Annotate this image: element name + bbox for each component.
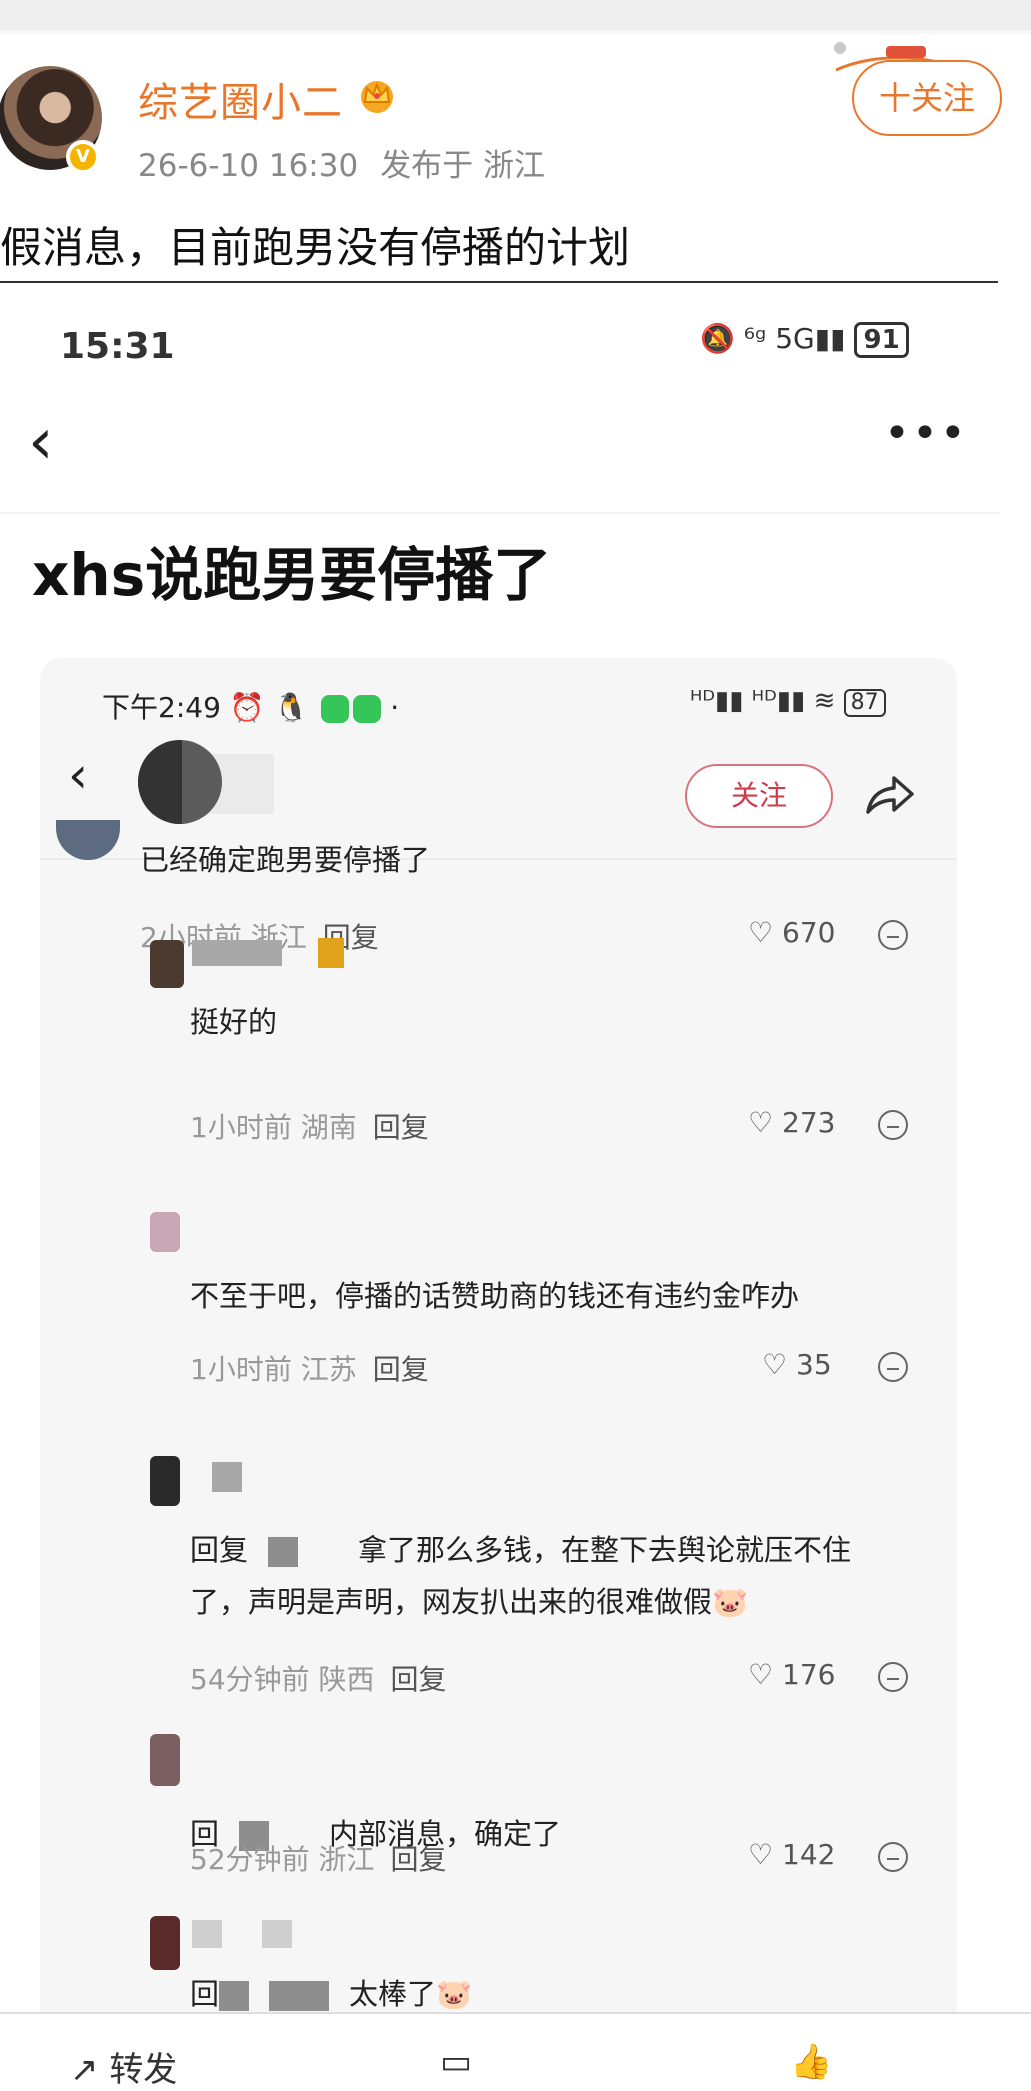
comment-time: 52分钟前 浙江 xyxy=(190,1843,375,1876)
blurred-username xyxy=(262,1920,292,1948)
blurred-mention xyxy=(269,1981,330,2011)
comment-avatar xyxy=(56,820,120,860)
inner-author-avatar xyxy=(138,740,222,824)
comment-avatar xyxy=(150,1456,180,1506)
signal-icons: 🔕 ⁶ᵍ 5G▮▮ xyxy=(700,322,846,355)
blurred-mention xyxy=(268,1537,299,1567)
post-timestamp: 26-6-10 16:30 xyxy=(138,148,359,184)
inner-status-right: ᴴᴰ▮▮ ᴴᴰ▮▮ ≋ 87 xyxy=(690,686,886,717)
top-separator-light xyxy=(0,30,1031,34)
badge-icon xyxy=(318,938,344,968)
comment-likes: ♡ 176 xyxy=(748,1658,836,1691)
emoji-icon xyxy=(878,920,908,950)
comment-text: 不至于吧，停播的话赞助商的钱还有违约金咋办 xyxy=(190,1279,800,1313)
like-count: 176 xyxy=(782,1658,836,1691)
like-count: 142 xyxy=(782,1838,836,1871)
inner-screenshot: 下午2:49 ⏰ 🐧 · ᴴᴰ▮▮ ᴴᴰ▮▮ ≋ 87 ‹ 关注 已经确定跑男要… xyxy=(40,658,957,2012)
reply-link: 回复 xyxy=(390,1843,447,1876)
inner-status-left: 下午2:49 ⏰ 🐧 · xyxy=(102,691,400,724)
battery-icon: 91 xyxy=(854,322,909,358)
comment-avatar xyxy=(150,1212,180,1252)
reply-link: 回复 xyxy=(390,1663,447,1696)
comment-text: 挺好的 xyxy=(190,1005,278,1039)
blurred-username xyxy=(212,1462,242,1492)
text-underline xyxy=(0,281,998,283)
blurred-username xyxy=(192,1920,222,1948)
inner-back-icon: ‹ xyxy=(68,746,88,804)
post-meta: 26-6-10 16:30 发布于 浙江 xyxy=(138,140,567,185)
inner-signal-icons: ᴴᴰ▮▮ ᴴᴰ▮▮ ≋ xyxy=(690,686,836,716)
comment-time: 1小时前 湖南 xyxy=(190,1111,357,1144)
screenshot-title: xhs说跑男要停播了 xyxy=(32,541,552,609)
repost-button[interactable]: ↗ 转发 xyxy=(70,2042,177,2091)
verified-badge-icon: V xyxy=(66,140,100,174)
comment-meta: 52分钟前 浙江 回复 xyxy=(190,1838,447,1878)
emoji-icon xyxy=(878,1842,908,1872)
comment-avatar xyxy=(150,1734,180,1786)
comment-meta: 1小时前 江苏 回复 xyxy=(190,1348,429,1388)
comment-avatar xyxy=(150,940,184,988)
reply-prefix: 回复 xyxy=(190,1533,249,1567)
crown-icon xyxy=(361,81,393,113)
emoji-icon xyxy=(878,1110,908,1140)
comment-body: 太棒了🐷 xyxy=(349,1977,473,2011)
inner-follow-button: 关注 xyxy=(685,764,833,828)
post-location: 发布于 浙江 xyxy=(380,148,546,184)
like-count: 273 xyxy=(782,1106,836,1139)
comment-text: 已经确定跑男要停播了 xyxy=(140,843,431,877)
post-text: 假消息，目前跑男没有停播的计划 xyxy=(0,223,631,272)
comment-likes: ♡ 273 xyxy=(748,1106,836,1139)
embedded-screenshot[interactable]: 15:31 🔕 ⁶ᵍ 5G▮▮ 91 ‹ ••• xhs说跑男要停播了 下午2:… xyxy=(0,292,1000,2012)
comment-likes: ♡ 670 xyxy=(748,916,836,949)
repost-icon: ↗ xyxy=(70,2050,99,2090)
like-button[interactable]: 👍 xyxy=(790,2042,832,2082)
comment-text: 回 太棒了🐷 xyxy=(190,1968,890,2012)
thumb-up-icon: 👍 xyxy=(790,2042,833,2082)
repost-label: 转发 xyxy=(109,2050,178,2090)
wechat-icon xyxy=(353,695,382,723)
comment-time: 54分钟前 陕西 xyxy=(190,1663,375,1696)
comment-likes: ♡ 35 xyxy=(762,1348,832,1381)
comment-meta: 1小时前 湖南 回复 xyxy=(190,1106,429,1146)
more-icon[interactable]: ••• xyxy=(884,408,968,459)
comment-meta: 54分钟前 陕西 回复 xyxy=(190,1658,447,1698)
comment-avatar xyxy=(150,1916,180,1970)
blurred-mention xyxy=(219,1981,250,2011)
status-time: 15:31 xyxy=(60,326,175,367)
comment-icon: ▭ xyxy=(440,2042,473,2082)
comment-button[interactable]: ▭ xyxy=(440,2042,472,2082)
inner-status-extra: ⏰ 🐧 xyxy=(229,691,309,724)
author-name[interactable]: 综艺圈小二 xyxy=(138,70,343,128)
blurred-username xyxy=(192,940,282,966)
like-count: 670 xyxy=(782,916,836,949)
divider xyxy=(0,512,1000,514)
reply-link: 回复 xyxy=(372,1353,429,1386)
back-icon[interactable]: ‹ xyxy=(28,410,54,474)
bottom-action-bar: ↗ 转发 ▭ 👍 xyxy=(0,2012,1031,2090)
status-icons: 🔕 ⁶ᵍ 5G▮▮ 91 xyxy=(700,322,909,358)
follow-button[interactable]: 十关注 xyxy=(852,60,1002,136)
reply-prefix: 回 xyxy=(190,1977,220,2011)
share-icon xyxy=(866,776,914,814)
comment-text: 回复 拿了那么多钱，在整下去舆论就压不住了，声明是声明，网友扒出来的很难做假🐷 xyxy=(190,1524,890,1628)
comment-time: 1小时前 江苏 xyxy=(190,1353,357,1386)
emoji-icon xyxy=(878,1352,908,1382)
inner-status-time: 下午2:49 xyxy=(102,691,221,724)
reply-link: 回复 xyxy=(372,1111,429,1144)
comment-likes: ♡ 142 xyxy=(748,1838,836,1871)
like-count: 35 xyxy=(796,1348,832,1381)
inner-battery-icon: 87 xyxy=(843,689,886,717)
wechat-icon xyxy=(321,695,350,723)
emoji-icon xyxy=(878,1662,908,1692)
top-separator xyxy=(0,0,1031,30)
